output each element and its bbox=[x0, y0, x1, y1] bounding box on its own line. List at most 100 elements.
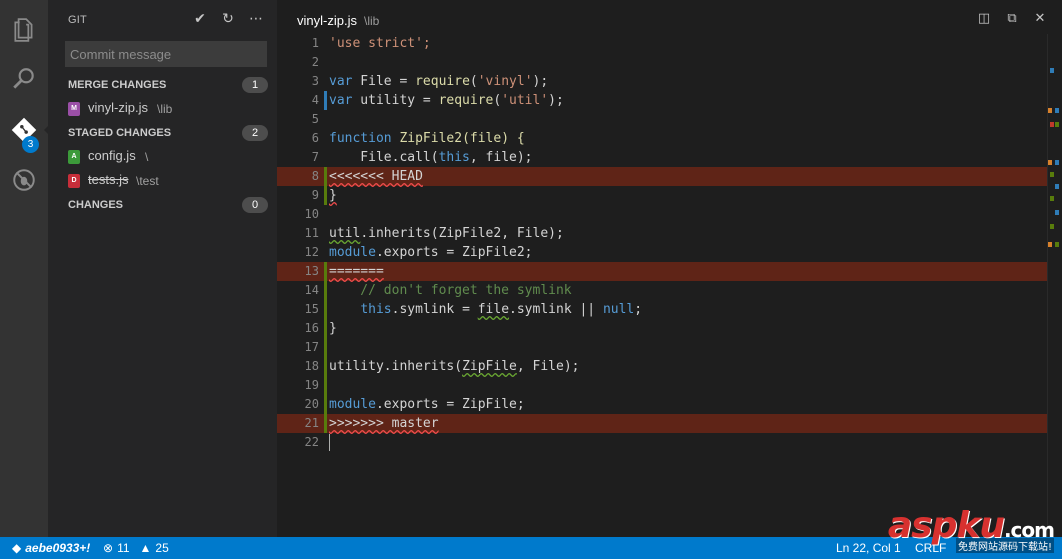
code-text: module bbox=[329, 397, 376, 412]
code-line: 12 module.exports = ZipFile2; bbox=[277, 243, 1047, 262]
open-changes-icon[interactable]: ⧉ bbox=[1004, 10, 1020, 26]
line-number: 10 bbox=[304, 207, 319, 221]
gutter-modified bbox=[324, 91, 327, 110]
line-number: 22 bbox=[304, 435, 319, 449]
tab-title[interactable]: vinyl-zip.js bbox=[297, 13, 357, 28]
line-number: 18 bbox=[304, 359, 319, 373]
code-line: 15 this.symlink = file.symlink || null; bbox=[277, 300, 1047, 319]
gutter-added bbox=[324, 414, 327, 433]
editor: vinyl-zip.js \lib ◫ ⧉ ✕ 1 'use strict'; … bbox=[277, 0, 1062, 537]
commit-check-icon[interactable]: ✔ bbox=[191, 8, 209, 30]
search-button[interactable] bbox=[0, 55, 48, 103]
overview-mark bbox=[1048, 108, 1052, 113]
merge-changes-header[interactable]: MERGE CHANGES 1 bbox=[68, 76, 268, 96]
code-text: file bbox=[477, 302, 510, 317]
gutter-added bbox=[324, 319, 327, 338]
code-line: 10 bbox=[277, 205, 1047, 224]
overview-mark bbox=[1055, 122, 1059, 127]
watermark-tagline: 免费网站源码下载站! bbox=[955, 538, 1054, 553]
line-number: 9 bbox=[311, 188, 319, 202]
file-path: \test bbox=[136, 174, 159, 188]
staged-changes-header[interactable]: STAGED CHANGES 2 bbox=[68, 124, 268, 144]
line-number: 5 bbox=[311, 112, 319, 126]
gutter-added bbox=[324, 338, 327, 357]
code-text: var bbox=[329, 93, 353, 108]
file-name: tests.js bbox=[88, 172, 129, 187]
source-control-button[interactable]: 3 bbox=[0, 106, 50, 154]
code-text: <<<<<<< HEAD bbox=[329, 169, 423, 184]
gutter-added bbox=[324, 262, 327, 281]
code-text: 'util' bbox=[501, 93, 549, 108]
code-line: 1 'use strict'; bbox=[277, 34, 1047, 53]
overview-ruler[interactable] bbox=[1047, 34, 1062, 537]
code-text: utility = bbox=[352, 93, 439, 108]
changes-header[interactable]: CHANGES 0 bbox=[68, 196, 268, 216]
gutter-added bbox=[324, 300, 327, 319]
gutter-added bbox=[324, 186, 327, 205]
line-number: 19 bbox=[304, 378, 319, 392]
section-label: STAGED CHANGES bbox=[68, 127, 172, 139]
deleted-status-icon: D bbox=[68, 174, 80, 188]
overview-mark bbox=[1050, 172, 1054, 177]
code-text: } bbox=[329, 321, 337, 336]
file-item-vinyl-zip[interactable]: M vinyl-zip.js \lib bbox=[68, 98, 268, 120]
code-text: File.call( bbox=[329, 150, 439, 165]
scm-sidebar: GIT ✔ ↻ ⋯ MERGE CHANGES 1 M vinyl-zip.js… bbox=[48, 0, 277, 537]
scm-badge: 3 bbox=[22, 136, 39, 153]
gutter-added bbox=[324, 167, 327, 186]
code-text: null bbox=[602, 302, 635, 317]
line-number: 2 bbox=[311, 55, 319, 69]
overview-mark bbox=[1050, 196, 1054, 201]
line-number: 14 bbox=[304, 283, 319, 297]
overview-mark bbox=[1050, 224, 1054, 229]
activity-bar: 3 bbox=[0, 0, 50, 537]
code-line: 7 File.call(this, file); bbox=[277, 148, 1047, 167]
code-text: ZipFile2(file) { bbox=[391, 131, 525, 146]
refresh-icon[interactable]: ↻ bbox=[219, 8, 237, 30]
conflict-marker-line: 8 <<<<<<< HEAD bbox=[277, 167, 1047, 186]
code-text: module bbox=[329, 245, 376, 260]
more-actions-icon[interactable]: ⋯ bbox=[247, 8, 265, 30]
gutter-added bbox=[324, 281, 327, 300]
code-text: require bbox=[415, 74, 470, 89]
code-text: ZipFile bbox=[462, 359, 517, 374]
overview-mark bbox=[1050, 122, 1054, 127]
code-line: 22 bbox=[277, 433, 1047, 452]
branch-indicator[interactable]: ◆ aebe0933+! bbox=[12, 541, 90, 555]
gutter-added bbox=[324, 395, 327, 414]
file-item-config[interactable]: A config.js \ bbox=[68, 146, 268, 168]
code-line: 16 } bbox=[277, 319, 1047, 338]
line-number: 7 bbox=[311, 150, 319, 164]
problems-indicator[interactable]: ⊗ 11 ▲ 25 bbox=[103, 541, 169, 555]
code-line: 5 bbox=[277, 110, 1047, 129]
code-text: this bbox=[438, 150, 470, 165]
file-item-tests[interactable]: D tests.js \test bbox=[68, 170, 268, 192]
code-text: , File); bbox=[516, 359, 580, 374]
overview-mark bbox=[1048, 160, 1052, 165]
code-line: 18 utility.inherits(ZipFile, File); bbox=[277, 357, 1047, 376]
error-count: 11 bbox=[117, 541, 130, 555]
code-text: ======= bbox=[329, 264, 384, 279]
debug-button[interactable] bbox=[0, 156, 48, 204]
commit-message-input[interactable] bbox=[65, 41, 267, 67]
line-number: 6 bbox=[311, 131, 319, 145]
conflict-marker-line: 13 ======= bbox=[277, 262, 1047, 281]
explorer-button[interactable] bbox=[0, 6, 48, 54]
close-icon[interactable]: ✕ bbox=[1032, 10, 1048, 26]
split-editor-icon[interactable]: ◫ bbox=[976, 10, 992, 26]
code-text: .inherits(ZipFile2, File); bbox=[360, 226, 564, 241]
code-text: } bbox=[329, 188, 337, 203]
files-icon bbox=[14, 18, 33, 42]
section-count-badge: 1 bbox=[242, 77, 268, 93]
overview-mark bbox=[1048, 242, 1052, 247]
code-text: utility.inherits( bbox=[329, 359, 463, 374]
warning-count: 25 bbox=[155, 541, 169, 555]
file-name: vinyl-zip.js bbox=[88, 100, 148, 115]
line-number: 16 bbox=[304, 321, 319, 335]
section-label: CHANGES bbox=[68, 199, 124, 211]
tab-path: \lib bbox=[364, 14, 380, 28]
line-number: 8 bbox=[311, 169, 319, 183]
watermark: aspku.com 免费网站源码下载站! bbox=[879, 505, 1055, 553]
section-count-badge: 0 bbox=[242, 197, 268, 213]
overview-mark bbox=[1055, 242, 1059, 247]
